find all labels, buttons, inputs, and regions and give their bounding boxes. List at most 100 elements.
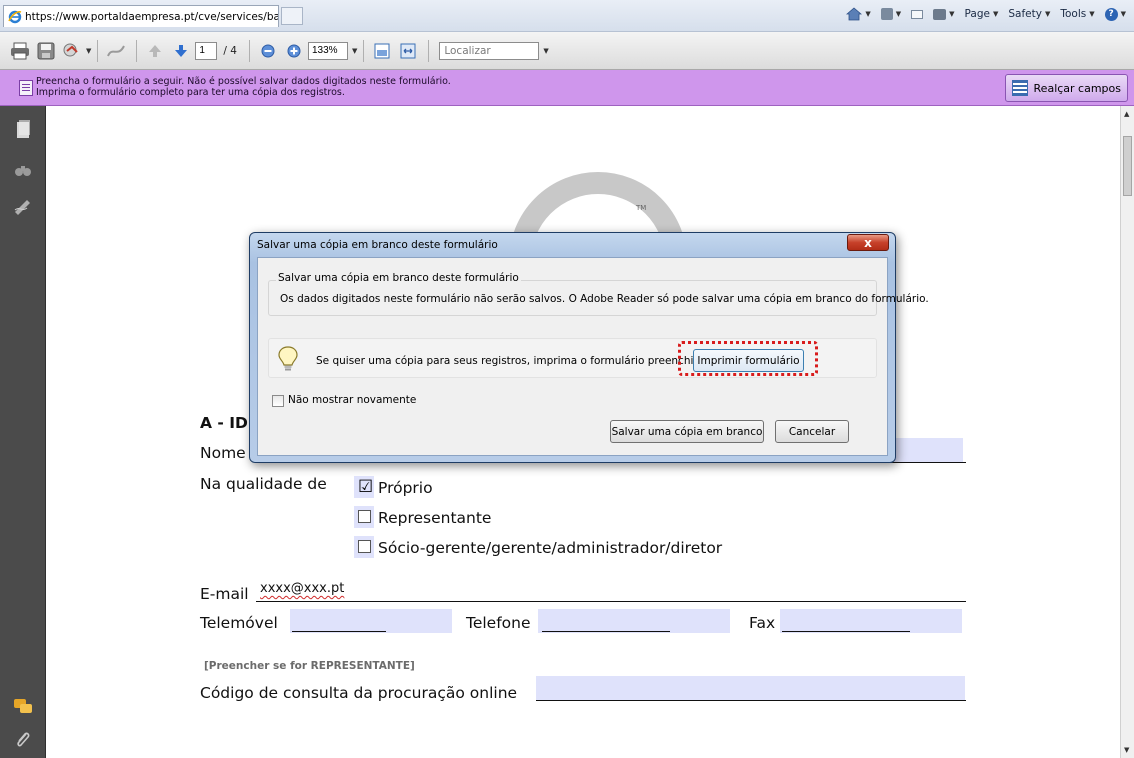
option-socio-checkbox[interactable] bbox=[358, 540, 371, 553]
option-proprio-checkbox[interactable]: ☑ bbox=[358, 479, 373, 496]
info-group-text: Os dados digitados neste formulário não … bbox=[280, 293, 929, 305]
feeds-button[interactable]: ▼ bbox=[880, 8, 902, 20]
name-label: Nome bbox=[200, 444, 246, 462]
form-document-icon bbox=[19, 80, 33, 96]
email-field[interactable]: xxxx@xxx.pt bbox=[260, 581, 344, 596]
phone-label: Telefone bbox=[466, 614, 531, 632]
form-message-line2: Imprima o formulário completo para ter u… bbox=[36, 87, 345, 98]
print-form-label: Imprimir formulário bbox=[697, 354, 800, 367]
chevron-down-icon: ▼ bbox=[992, 10, 999, 18]
fax-label: Fax bbox=[749, 614, 776, 632]
save-blank-copy-dialog: Salvar uma cópia em branco deste formulá… bbox=[249, 232, 929, 463]
email-label: E-mail bbox=[200, 585, 249, 603]
chevron-down-icon: ▼ bbox=[1044, 10, 1051, 18]
fax-field[interactable] bbox=[780, 609, 962, 633]
reader-toolbar: ▼ / 4 ▼ Localizar ▼ bbox=[0, 32, 1134, 70]
dont-show-again-checkbox[interactable] bbox=[272, 395, 284, 407]
zoom-in-button[interactable] bbox=[282, 39, 306, 63]
arrow-up-icon bbox=[149, 44, 162, 57]
save-blank-copy-button[interactable]: Salvar uma cópia em branco bbox=[610, 420, 764, 443]
phone-field[interactable] bbox=[538, 609, 730, 633]
mobile-field[interactable] bbox=[290, 609, 452, 633]
page-menu[interactable]: Page ▼ bbox=[965, 8, 999, 20]
browser-tab[interactable]: https://www.portaldaempresa.pt/cve/servi… bbox=[3, 5, 279, 27]
toolbar-separator bbox=[97, 39, 99, 62]
printer-icon bbox=[11, 42, 29, 59]
chevron-down-icon[interactable]: ▼ bbox=[352, 47, 357, 55]
binoculars-icon[interactable] bbox=[13, 160, 33, 180]
safety-menu[interactable]: Safety ▼ bbox=[1008, 8, 1050, 20]
home-button[interactable]: ▼ bbox=[846, 7, 871, 21]
option-proprio-label: Próprio bbox=[378, 479, 433, 497]
ie-logo-icon bbox=[8, 10, 22, 23]
chevron-down-icon: ▼ bbox=[1120, 10, 1126, 18]
chevron-down-icon[interactable]: ▼ bbox=[86, 47, 91, 55]
pages-icon[interactable] bbox=[13, 120, 33, 140]
print-button[interactable] bbox=[8, 39, 32, 63]
save-button[interactable] bbox=[34, 39, 58, 63]
chevron-down-icon: ▼ bbox=[865, 10, 871, 18]
comments-icon[interactable] bbox=[13, 696, 33, 716]
floppy-disk-icon bbox=[37, 42, 55, 59]
cancel-button[interactable]: Cancelar bbox=[775, 420, 849, 443]
phone-underline bbox=[542, 631, 670, 632]
highlight-fields-label: Realçar campos bbox=[1033, 81, 1121, 95]
fit-width-icon bbox=[400, 43, 416, 58]
scroll-up-icon[interactable]: ▲ bbox=[1124, 110, 1129, 118]
proxy-code-label: Código de consulta da procuração online bbox=[200, 684, 518, 702]
comment-button[interactable] bbox=[104, 39, 128, 63]
zoom-level-input[interactable] bbox=[307, 41, 348, 60]
highlight-fields-button[interactable]: Realçar campos bbox=[1004, 74, 1128, 102]
help-menu[interactable]: ? ▼ bbox=[1104, 7, 1126, 21]
quality-label: Na qualidade de bbox=[200, 475, 327, 493]
tools-menu[interactable]: Tools ▼ bbox=[1060, 8, 1094, 20]
dialog-title: Salvar uma cópia em branco deste formulá… bbox=[257, 239, 498, 251]
form-notification-bar: Preencha o formulário a seguir. Não é po… bbox=[0, 70, 1134, 106]
tools-menu-label: Tools bbox=[1060, 8, 1087, 20]
option-representante-checkbox[interactable] bbox=[358, 510, 371, 523]
logo-trademark: TM bbox=[636, 204, 647, 212]
dont-show-again-label: Não mostrar novamente bbox=[288, 394, 417, 406]
sign-icon bbox=[107, 44, 126, 56]
zoom-out-button[interactable] bbox=[256, 39, 280, 63]
feeds-icon bbox=[880, 8, 893, 20]
chevron-down-icon: ▼ bbox=[895, 10, 902, 18]
mail-icon bbox=[911, 9, 924, 19]
zoom-out-icon bbox=[261, 44, 275, 57]
toolbar-separator bbox=[428, 39, 430, 62]
close-icon: x bbox=[864, 235, 872, 250]
mobile-underline bbox=[292, 631, 386, 632]
proxy-code-field[interactable] bbox=[536, 676, 965, 700]
paperclip-icon[interactable] bbox=[13, 730, 33, 750]
home-icon bbox=[846, 7, 863, 21]
mail-button[interactable] bbox=[911, 9, 924, 19]
signature-pen-icon[interactable] bbox=[13, 196, 33, 216]
printer-icon bbox=[933, 8, 947, 20]
browser-tab-title: https://www.portaldaempresa.pt/cve/servi… bbox=[25, 10, 279, 23]
info-group-legend: Salvar uma cópia em branco deste formulá… bbox=[276, 272, 521, 284]
close-button[interactable]: x bbox=[847, 234, 889, 251]
scroll-down-icon[interactable]: ▼ bbox=[1124, 746, 1129, 754]
print-menu-button[interactable]: ▼ bbox=[933, 8, 955, 20]
vertical-scrollbar[interactable]: ▲ ▼ bbox=[1120, 106, 1134, 758]
highlight-fields-icon bbox=[1011, 80, 1028, 96]
option-representante-label: Representante bbox=[378, 509, 492, 527]
fit-page-button[interactable] bbox=[370, 39, 394, 63]
chevron-down-icon[interactable]: ▼ bbox=[543, 47, 548, 55]
next-page-button[interactable] bbox=[169, 39, 193, 63]
share-button[interactable] bbox=[60, 39, 84, 63]
chevron-down-icon: ▼ bbox=[949, 10, 955, 18]
page-number-input[interactable] bbox=[195, 41, 218, 60]
toolbar-separator bbox=[248, 39, 250, 62]
scrollbar-thumb[interactable] bbox=[1123, 136, 1132, 196]
find-input[interactable]: Localizar bbox=[439, 41, 540, 60]
fit-width-button[interactable] bbox=[396, 39, 420, 63]
previous-page-button[interactable] bbox=[143, 39, 167, 63]
print-form-button[interactable]: Imprimir formulário bbox=[693, 349, 804, 372]
option-socio-label: Sócio-gerente/gerente/administrador/dire… bbox=[378, 539, 723, 557]
fax-underline bbox=[782, 631, 910, 632]
page-menu-label: Page bbox=[964, 8, 990, 20]
email-value: xxxx@xxx.pt bbox=[260, 581, 345, 596]
new-tab-button[interactable] bbox=[281, 7, 303, 25]
help-icon: ? bbox=[1104, 7, 1118, 21]
